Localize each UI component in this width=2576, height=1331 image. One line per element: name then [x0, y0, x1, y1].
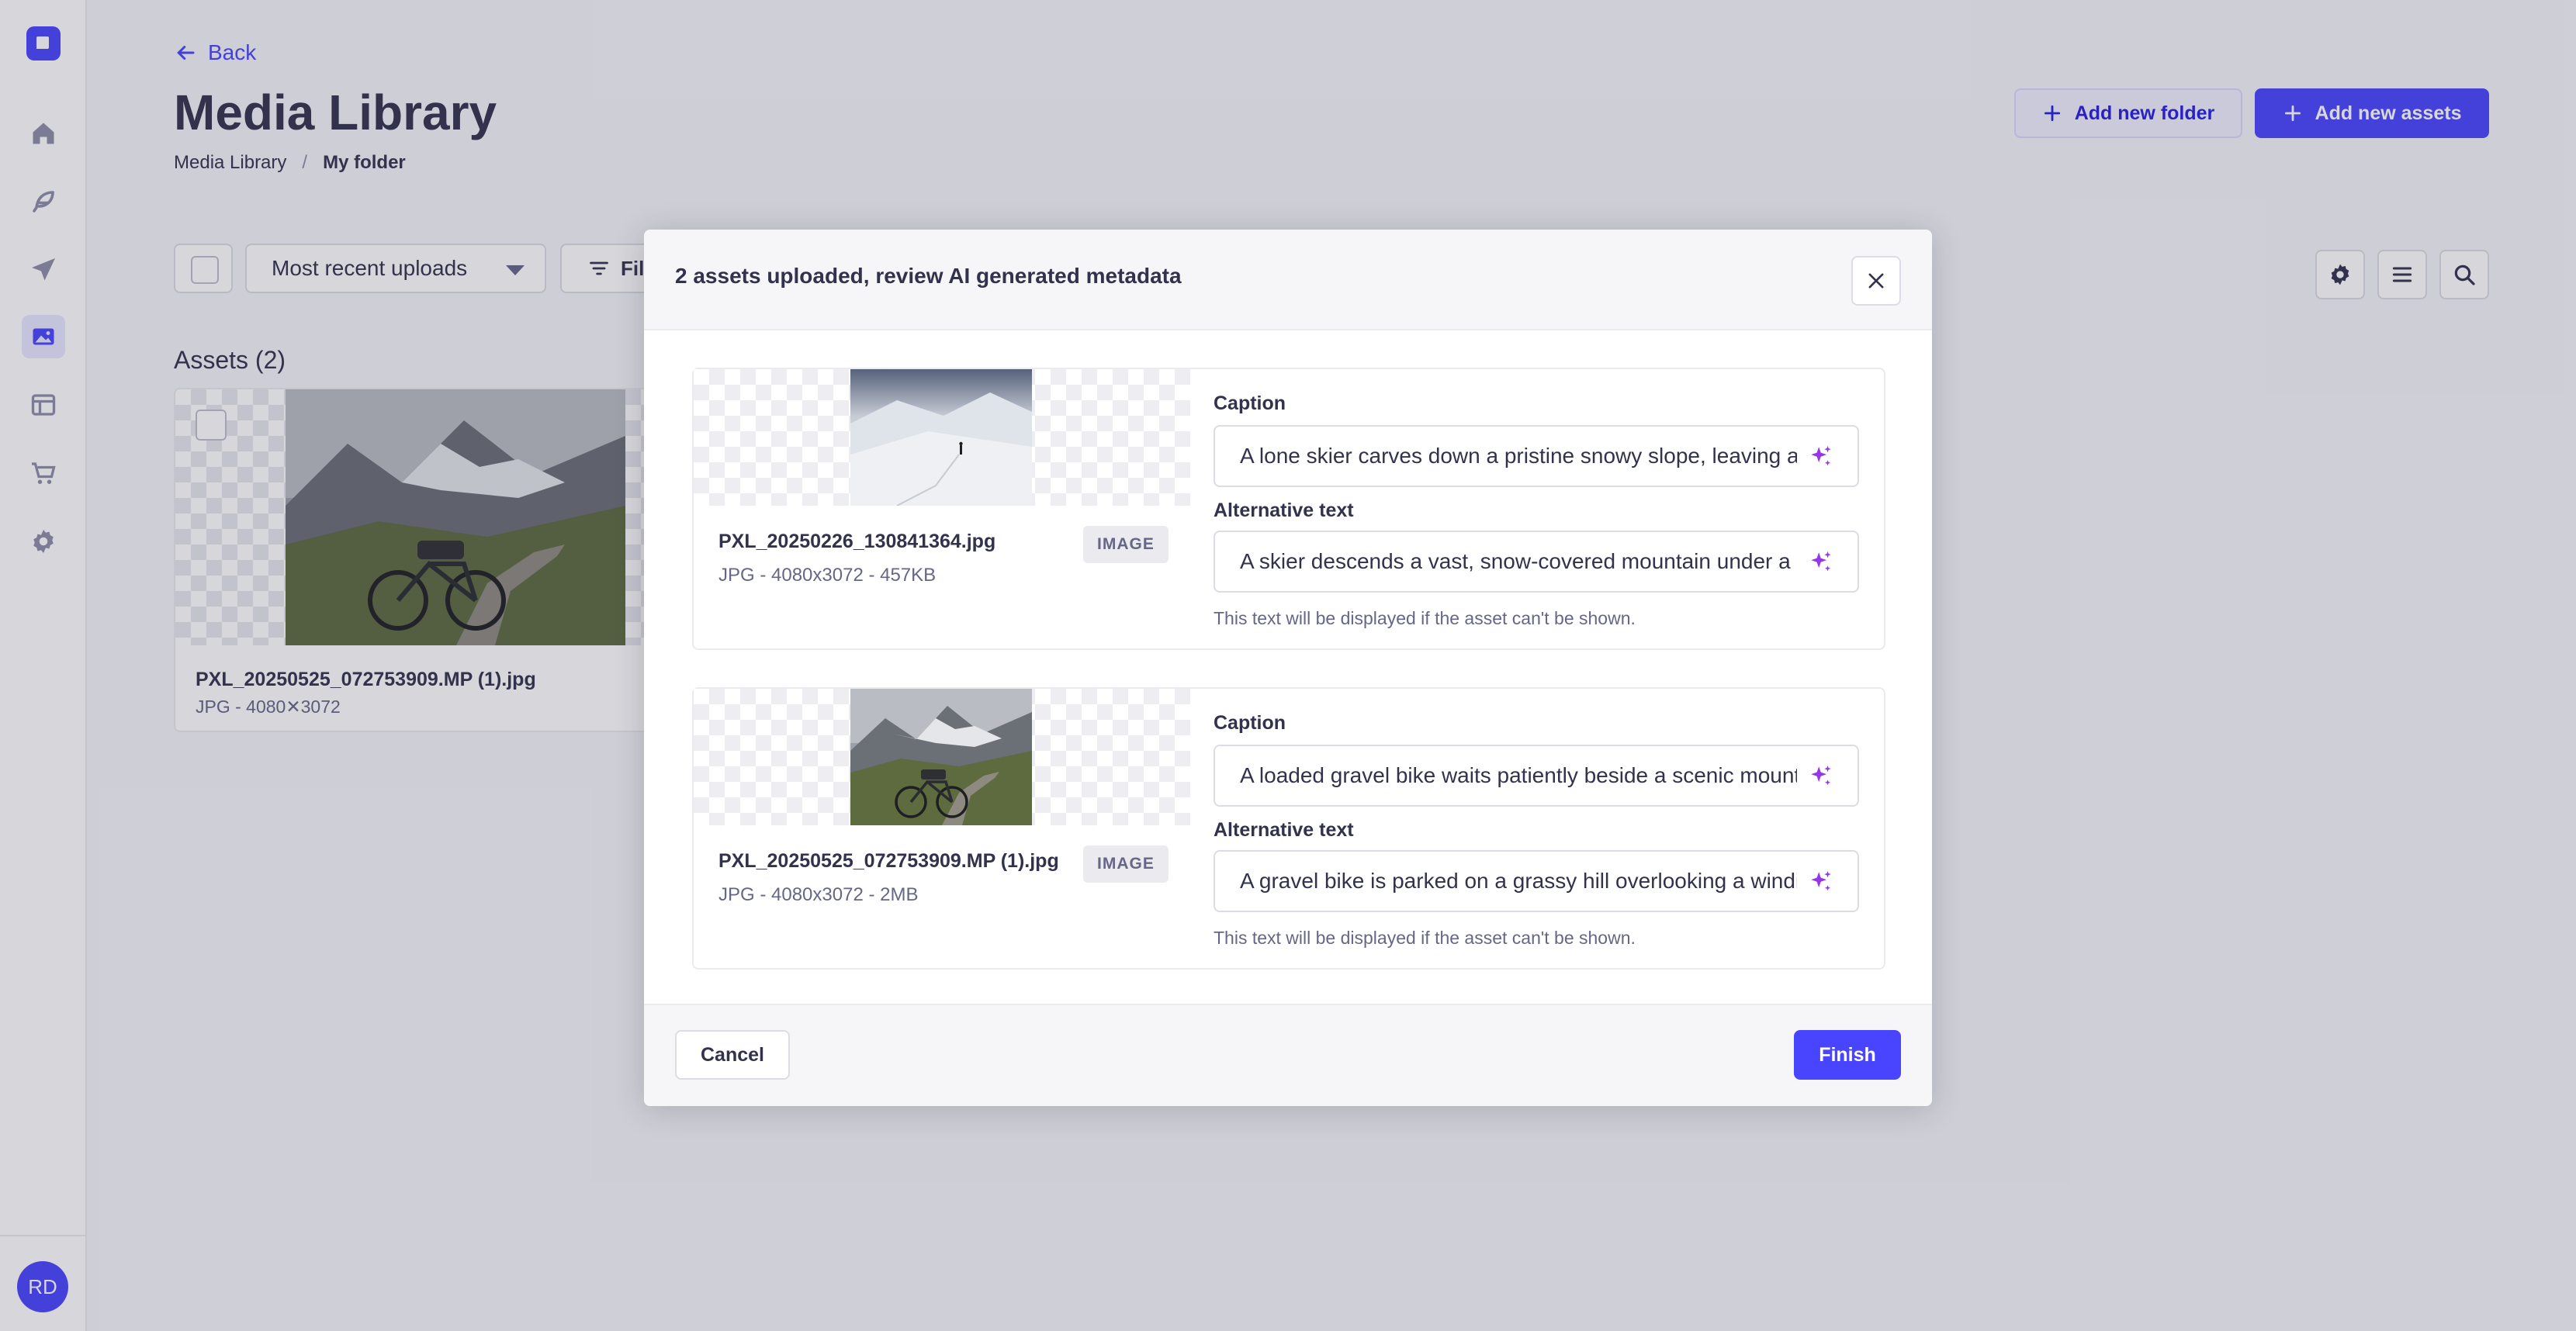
caption-input-value: A lone skier carves down a pristine snow… [1240, 444, 1797, 468]
caption-label: Caption [1214, 712, 1286, 734]
file-meta: JPG - 4080x3072 - 2MB [718, 884, 919, 905]
finish-button[interactable]: Finish [1794, 1030, 1901, 1080]
skier-photo [850, 369, 1032, 506]
sparkle-icon[interactable] [1808, 763, 1834, 790]
file-name: PXL_20250525_072753909.MP (1).jpg [718, 850, 1059, 872]
asset-preview [694, 689, 1190, 825]
asset-metadata-row: PXL_20250525_072753909.MP (1).jpg JPG - … [692, 687, 1885, 970]
alt-text-input[interactable]: A gravel bike is parked on a grassy hill… [1214, 850, 1859, 912]
alt-text-hint: This text will be displayed if the asset… [1214, 608, 1636, 628]
file-meta: JPG - 4080x3072 - 457KB [718, 565, 937, 586]
asset-preview [694, 369, 1190, 506]
caption-label: Caption [1214, 392, 1286, 414]
sparkle-icon[interactable] [1808, 549, 1834, 576]
type-badge: IMAGE [1083, 526, 1169, 563]
sparkle-icon[interactable] [1808, 444, 1834, 470]
close-button[interactable] [1851, 256, 1901, 306]
close-icon [1868, 273, 1884, 289]
alt-text-label: Alternative text [1214, 500, 1354, 521]
asset-metadata-row: PXL_20250226_130841364.jpg JPG - 4080x30… [692, 368, 1885, 650]
bike-photo [850, 689, 1032, 825]
caption-input[interactable]: A loaded gravel bike waits patiently bes… [1214, 745, 1859, 807]
alt-text-input-value: A skier descends a vast, snow-covered mo… [1240, 549, 1797, 573]
caption-input-value: A loaded gravel bike waits patiently bes… [1240, 763, 1797, 787]
dialog-header: 2 assets uploaded, review AI generated m… [644, 230, 1932, 330]
type-badge: IMAGE [1083, 845, 1169, 883]
dialog-title: 2 assets uploaded, review AI generated m… [675, 264, 1182, 288]
dialog-footer: Cancel Finish [644, 1004, 1932, 1106]
ai-metadata-dialog: 2 assets uploaded, review AI generated m… [644, 230, 1932, 1106]
alt-text-label: Alternative text [1214, 819, 1354, 841]
sparkle-icon[interactable] [1808, 869, 1834, 895]
caption-input[interactable]: A lone skier carves down a pristine snow… [1214, 425, 1859, 487]
file-name: PXL_20250226_130841364.jpg [718, 531, 996, 552]
alt-text-input[interactable]: A skier descends a vast, snow-covered mo… [1214, 531, 1859, 593]
cancel-button[interactable]: Cancel [675, 1030, 790, 1080]
alt-text-input-value: A gravel bike is parked on a grassy hill… [1240, 869, 1797, 893]
alt-text-hint: This text will be displayed if the asset… [1214, 928, 1636, 948]
